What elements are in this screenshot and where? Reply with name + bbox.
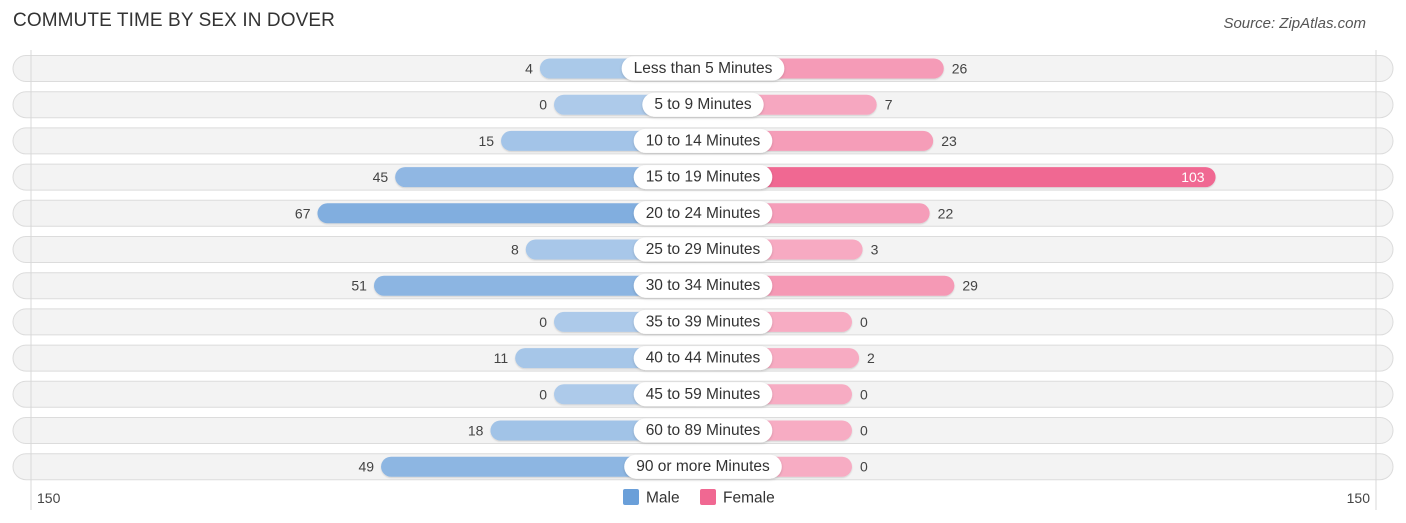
legend-item-male[interactable]: Male [623,489,680,507]
category-label: 25 to 29 Minutes [646,241,761,258]
chart-row: 0 0 45 to 59 Minutes [12,380,1394,408]
value-label-male: 15 [478,133,494,149]
axis-left-label: 150 [37,490,61,506]
legend-item-female[interactable]: Female [700,489,775,507]
value-label-female: 7 [885,97,893,113]
chart-row: 0 7 5 to 9 Minutes [12,91,1394,119]
legend: Male Female [623,489,775,507]
chart-row: 45 103 15 to 19 Minutes [12,163,1394,191]
value-label-female: 0 [860,386,868,402]
value-label-female: 22 [938,205,954,221]
chart-row: 51 29 30 to 34 Minutes [12,272,1394,300]
category-label: Less than 5 Minutes [634,60,773,77]
value-label-male: 0 [539,314,547,330]
rows-group: 4 26 Less than 5 Minutes 0 7 5 to 9 Minutes 15… [12,55,1394,481]
chart-row: 11 2 40 to 44 Minutes [12,344,1394,372]
category-label: 5 to 9 Minutes [654,96,752,113]
category-label: 35 to 39 Minutes [646,313,761,330]
chart-canvas: 4 26 Less than 5 Minutes 0 7 5 to 9 Minutes 15… [12,50,1394,510]
value-label-male: 0 [539,386,547,402]
chart-row: 8 3 25 to 29 Minutes [12,236,1394,263]
value-label-male: 18 [468,423,484,439]
value-label-female: 0 [860,459,868,475]
value-label-female: 26 [952,61,968,77]
value-label-female: 0 [860,314,868,330]
category-label: 90 or more Minutes [636,458,770,475]
chart-row: 0 0 35 to 39 Minutes [12,308,1394,336]
legend-label-female: Female [723,490,775,507]
value-label-male: 51 [351,278,367,294]
value-label-male: 4 [525,61,533,77]
value-label-male: 8 [511,242,519,258]
bar-female[interactable] [703,167,1216,188]
category-label: 45 to 59 Minutes [646,386,761,403]
value-label-female: 29 [962,278,978,294]
category-label: 15 to 19 Minutes [646,169,761,186]
chart-row: 18 0 60 to 89 Minutes [12,417,1394,444]
category-label: 10 to 14 Minutes [646,132,761,149]
value-label-male: 49 [358,459,374,475]
category-label: 60 to 89 Minutes [646,422,761,439]
value-label-male: 67 [295,205,311,221]
chart-row: 49 0 90 or more Minutes [12,453,1394,481]
value-label-female: 2 [867,350,875,366]
chart-row: 67 22 20 to 24 Minutes [12,199,1394,227]
category-label: 20 to 24 Minutes [646,205,761,222]
legend-swatch-female [700,489,716,505]
chart-row: 4 26 Less than 5 Minutes [12,55,1394,82]
category-label: 40 to 44 Minutes [646,350,761,367]
value-label-female: 103 [1181,169,1205,185]
legend-label-male: Male [646,490,680,507]
value-label-male: 11 [494,350,509,366]
chart-row: 15 23 10 to 14 Minutes [12,127,1394,155]
value-label-female: 3 [871,242,879,258]
value-label-female: 23 [941,133,957,149]
legend-swatch-male [623,489,639,505]
value-label-female: 0 [860,423,868,439]
category-label: 30 to 34 Minutes [646,277,761,294]
axis-right-label: 150 [1347,490,1371,506]
value-label-male: 0 [539,97,547,113]
value-label-male: 45 [373,169,389,185]
